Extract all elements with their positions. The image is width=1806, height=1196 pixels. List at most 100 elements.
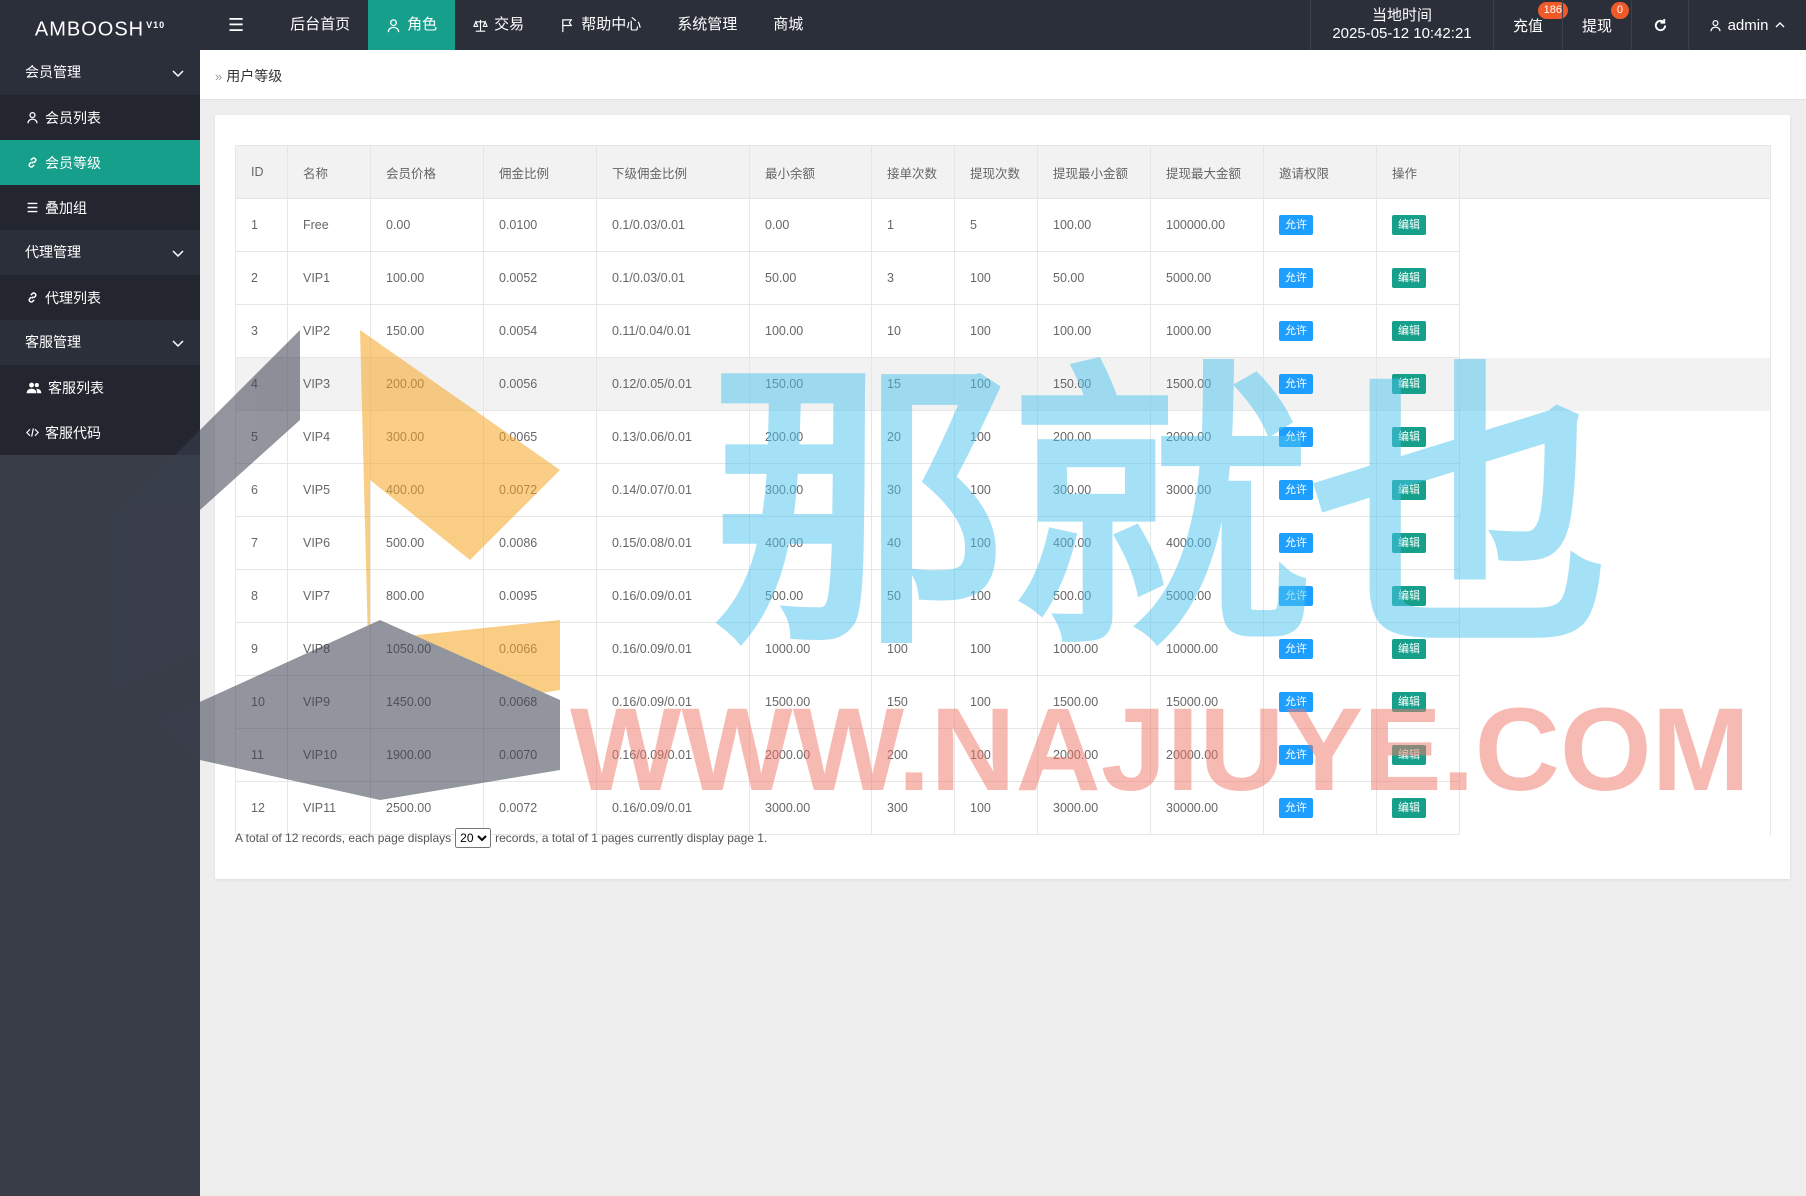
- table-row[interactable]: 7 VIP6 500.00 0.0086 0.15/0.08/0.01 400.00 40 1…: [235, 516, 1771, 570]
- allow-button[interactable]: 允许: [1279, 268, 1313, 288]
- sidebar-group-cs[interactable]: 客服管理: [0, 320, 200, 365]
- level-table: ID 名称 会员价格 佣金比例 下级佣金比例 最小余额 接单次数 提现次数 提现…: [235, 145, 1771, 835]
- allow-button[interactable]: 允许: [1279, 798, 1313, 818]
- allow-button[interactable]: 允许: [1279, 321, 1313, 341]
- edit-button[interactable]: 编辑: [1392, 268, 1426, 288]
- allow-button[interactable]: 允许: [1279, 586, 1313, 606]
- app-logo[interactable]: AMBOOSH V10: [0, 0, 200, 50]
- col-header-withdraw-min[interactable]: 提现最小金额: [1037, 145, 1151, 199]
- double-chevron-icon: »: [215, 69, 223, 84]
- cell-price: 100.00: [370, 251, 484, 305]
- table-row[interactable]: 10 VIP9 1450.00 0.0068 0.16/0.09/0.01 1500.00…: [235, 675, 1771, 729]
- table-row[interactable]: 11 VIP10 1900.00 0.0070 0.16/0.09/0.01 2000.0…: [235, 728, 1771, 782]
- cell-name: VIP8: [287, 622, 371, 676]
- sidebar-item-member-level[interactable]: 会员等级: [0, 140, 200, 185]
- allow-button[interactable]: 允许: [1279, 215, 1313, 235]
- col-header-price[interactable]: 会员价格: [370, 145, 484, 199]
- sidebar-item-cs-code[interactable]: 客服代码: [0, 410, 200, 455]
- edit-button[interactable]: 编辑: [1392, 215, 1426, 235]
- table-row[interactable]: 2 VIP1 100.00 0.0052 0.1/0.03/0.01 50.00 3 100 5…: [235, 251, 1771, 305]
- allow-button[interactable]: 允许: [1279, 639, 1313, 659]
- refresh-button[interactable]: [1631, 0, 1688, 50]
- menu-toggle-button[interactable]: ☰: [200, 0, 272, 50]
- col-header-name[interactable]: 名称: [287, 145, 371, 199]
- table-row[interactable]: 4 VIP3 200.00 0.0056 0.12/0.05/0.01 150.00 15 1…: [235, 357, 1771, 411]
- table-row[interactable]: 12 VIP11 2500.00 0.0072 0.16/0.09/0.01 3000.0…: [235, 781, 1771, 835]
- cell-withdraw-count: 100: [954, 251, 1038, 305]
- sidebar-item-cs-list[interactable]: 客服列表: [0, 365, 200, 410]
- col-header-action[interactable]: 操作: [1376, 145, 1460, 199]
- cell-name: VIP1: [287, 251, 371, 305]
- nav-role[interactable]: 角色: [368, 0, 456, 50]
- sidebar-item-member-list[interactable]: 会员列表: [0, 95, 200, 140]
- table-row[interactable]: 1 Free 0.00 0.0100 0.1/0.03/0.01 0.00 1 5 100.00…: [235, 198, 1771, 252]
- cell-withdraw-min: 100.00: [1037, 304, 1151, 358]
- allow-button[interactable]: 允许: [1279, 745, 1313, 765]
- sidebar-item-agent-list[interactable]: 代理列表: [0, 275, 200, 320]
- edit-button[interactable]: 编辑: [1392, 374, 1426, 394]
- user-menu[interactable]: admin: [1688, 0, 1806, 50]
- col-header-withdraw-max[interactable]: 提现最大金额: [1150, 145, 1264, 199]
- edit-button[interactable]: 编辑: [1392, 798, 1426, 818]
- nav-home[interactable]: 后台首页: [272, 0, 368, 50]
- cell-id: 5: [235, 410, 288, 464]
- table-row[interactable]: 8 VIP7 800.00 0.0095 0.16/0.09/0.01 500.00 50 1…: [235, 569, 1771, 623]
- table-header-row: ID 名称 会员价格 佣金比例 下级佣金比例 最小余额 接单次数 提现次数 提现…: [235, 145, 1771, 199]
- table-row[interactable]: 5 VIP4 300.00 0.0065 0.13/0.06/0.01 200.00 20 1…: [235, 410, 1771, 464]
- col-header-min-balance[interactable]: 最小余额: [749, 145, 872, 199]
- page-size-select[interactable]: 20: [455, 828, 492, 848]
- allow-button[interactable]: 允许: [1279, 533, 1313, 553]
- cell-commission: 0.0056: [483, 357, 597, 411]
- table-row[interactable]: 6 VIP5 400.00 0.0072 0.14/0.07/0.01 300.00 30 1…: [235, 463, 1771, 517]
- cell-order-count: 100: [871, 622, 955, 676]
- pager-text-before: A total of 12 records, each page display…: [235, 831, 452, 845]
- cell-withdraw-min: 50.00: [1037, 251, 1151, 305]
- cell-commission: 0.0054: [483, 304, 597, 358]
- col-header-order-count[interactable]: 接单次数: [871, 145, 955, 199]
- sidebar-item-stack-group[interactable]: 叠加组: [0, 185, 200, 230]
- withdraw-badge: 0: [1610, 2, 1629, 19]
- logo-text: AMBOOSH: [34, 18, 145, 41]
- withdraw-button[interactable]: 提现 0: [1562, 0, 1631, 50]
- sidebar-group-member[interactable]: 会员管理: [0, 50, 200, 95]
- cell-withdraw-count: 100: [954, 675, 1038, 729]
- cell-withdraw-max: 4000.00: [1150, 516, 1264, 570]
- allow-button[interactable]: 允许: [1279, 480, 1313, 500]
- cell-price: 300.00: [370, 410, 484, 464]
- cell-invite: 允许: [1263, 781, 1377, 835]
- col-header-withdraw-count[interactable]: 提现次数: [954, 145, 1038, 199]
- table-row[interactable]: 3 VIP2 150.00 0.0054 0.11/0.04/0.01 100.00 10 1…: [235, 304, 1771, 358]
- nav-help[interactable]: 帮助中心: [542, 0, 659, 50]
- table-filler: [1459, 728, 1771, 782]
- col-header-id[interactable]: ID: [235, 145, 288, 199]
- cell-name: VIP9: [287, 675, 371, 729]
- hamburger-icon: ☰: [228, 15, 245, 35]
- cell-action: 编辑: [1376, 357, 1460, 411]
- scale-icon: [473, 19, 489, 32]
- sidebar-group-agent[interactable]: 代理管理: [0, 230, 200, 275]
- allow-button[interactable]: 允许: [1279, 692, 1313, 712]
- breadcrumb-current[interactable]: 用户等级: [226, 68, 282, 84]
- recharge-button[interactable]: 充值 186: [1493, 0, 1568, 50]
- edit-button[interactable]: 编辑: [1392, 692, 1426, 712]
- nav-shop[interactable]: 商城: [755, 0, 821, 50]
- col-header-sub-commission[interactable]: 下级佣金比例: [596, 145, 750, 199]
- cell-withdraw-max: 100000.00: [1150, 198, 1264, 252]
- table-row[interactable]: 9 VIP8 1050.00 0.0066 0.16/0.09/0.01 1000.00 1…: [235, 622, 1771, 676]
- nav-system[interactable]: 系统管理: [659, 0, 755, 50]
- cell-min-balance: 100.00: [749, 304, 872, 358]
- edit-button[interactable]: 编辑: [1392, 639, 1426, 659]
- allow-button[interactable]: 允许: [1279, 427, 1313, 447]
- edit-button[interactable]: 编辑: [1392, 586, 1426, 606]
- col-header-invite[interactable]: 邀请权限: [1263, 145, 1377, 199]
- edit-button[interactable]: 编辑: [1392, 745, 1426, 765]
- edit-button[interactable]: 编辑: [1392, 427, 1426, 447]
- edit-button[interactable]: 编辑: [1392, 321, 1426, 341]
- edit-button[interactable]: 编辑: [1392, 533, 1426, 553]
- nav-trade[interactable]: 交易: [455, 0, 542, 50]
- col-header-commission[interactable]: 佣金比例: [483, 145, 597, 199]
- edit-button[interactable]: 编辑: [1392, 480, 1426, 500]
- chevron-down-icon: [172, 250, 184, 258]
- cell-order-count: 3: [871, 251, 955, 305]
- allow-button[interactable]: 允许: [1279, 374, 1313, 394]
